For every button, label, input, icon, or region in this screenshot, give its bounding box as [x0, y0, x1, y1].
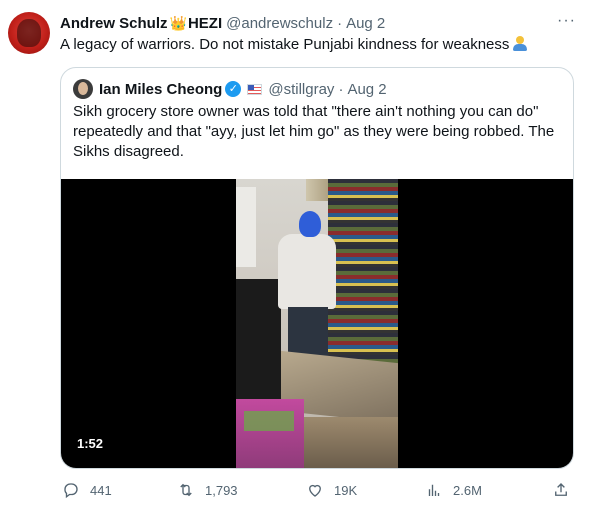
tweet-text: A legacy of warriors. Do not mistake Pun…	[60, 35, 528, 55]
crown-emoji-icon: 👑	[169, 14, 187, 31]
share-icon	[555, 483, 567, 496]
quoted-author-avatar[interactable]	[73, 79, 93, 99]
quoted-tweet[interactable]: Ian Miles Cheong ✓ @stillgray · Aug 2 Si…	[60, 67, 574, 469]
like-button[interactable]: 19K	[306, 478, 357, 502]
separator-dot: ·	[337, 14, 343, 32]
views-button[interactable]: 2.6M	[425, 478, 482, 502]
person-emoji-icon	[512, 36, 528, 51]
quoted-tweet-header: Ian Miles Cheong ✓ @stillgray · Aug 2	[99, 79, 387, 99]
more-horizontal-icon[interactable]: ···	[557, 12, 576, 30]
video-thumbnail	[236, 179, 398, 468]
reply-button[interactable]: 441	[62, 478, 112, 502]
quoted-tweet-date[interactable]: Aug 2	[347, 81, 386, 98]
retweet-button[interactable]: 1,793	[177, 478, 238, 502]
tweet-header: Andrew Schulz 👑 HEZI @andrewschulz · Aug…	[60, 13, 385, 33]
quoted-tweet-text: Sikh grocery store owner was told that "…	[73, 103, 555, 160]
share-button[interactable]	[552, 478, 570, 502]
verified-badge-icon: ✓	[225, 81, 242, 97]
like-count: 19K	[334, 482, 358, 498]
author-handle[interactable]: @andrewschulz	[226, 15, 333, 32]
author-name-suffix[interactable]: HEZI	[188, 15, 222, 32]
affiliation-badge-icon	[247, 83, 263, 95]
tweet-text-body: A legacy of warriors. Do not mistake Pun…	[60, 36, 510, 53]
video-duration: 1:52	[77, 436, 104, 451]
author-avatar[interactable]	[8, 12, 50, 54]
reply-icon	[64, 483, 78, 499]
quoted-author-handle[interactable]: @stillgray	[268, 81, 334, 98]
tweet-date[interactable]: Aug 2	[346, 15, 385, 32]
reply-count: 441	[90, 482, 112, 498]
views-count: 2.6M	[453, 482, 482, 498]
quoted-author-name[interactable]: Ian Miles Cheong	[99, 81, 222, 98]
heart-icon	[309, 484, 321, 497]
video-player[interactable]: 1:52	[61, 179, 573, 468]
separator-dot: ·	[338, 80, 344, 98]
retweet-icon	[180, 483, 192, 497]
retweet-count: 1,793	[205, 482, 238, 498]
action-bar: 441 1,793 19K 2.6M	[0, 478, 598, 502]
author-name[interactable]: Andrew Schulz	[60, 15, 168, 32]
analytics-icon	[428, 484, 440, 496]
